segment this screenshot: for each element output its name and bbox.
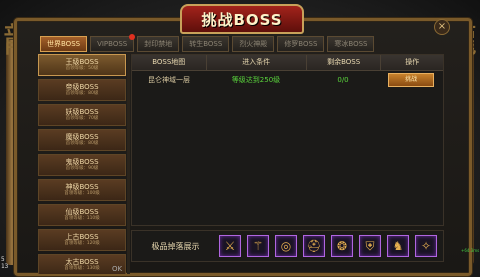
remaining-boss: 0/0 (337, 76, 349, 84)
necklace-icon[interactable]: ❂ (331, 235, 353, 257)
boss-list-item[interactable]: 帝级BOSS 首领等级：80级 (38, 79, 126, 101)
boss-name: 妖级BOSS (65, 108, 99, 116)
boss-list: 王级BOSS 首领等级：50级 帝级BOSS 首领等级：80级 妖级BOSS 首领等级：7… (38, 54, 126, 274)
boss-name: 魔级BOSS (65, 133, 99, 141)
close-button[interactable]: × (434, 19, 450, 35)
drop-items: ⚔ ⚚ ◎ ⛑ ❂ ⛨ ♞ ✧ (219, 235, 443, 257)
blade-icon[interactable]: ✧ (415, 235, 437, 257)
boss-list-item[interactable]: 魔级BOSS 首领等级：80级 (38, 129, 126, 151)
column-header-action: 操作 (405, 58, 420, 66)
ok-button[interactable]: OK (112, 265, 122, 273)
helmet-icon[interactable]: ⛑ (303, 235, 325, 257)
window-title: 挑战BOSS (180, 4, 304, 34)
map-name: 昆仑神域一层 (148, 76, 190, 84)
boss-requirement: 首领等级：70级 (65, 116, 99, 121)
boots-icon[interactable]: ♞ (387, 235, 409, 257)
ring-icon[interactable]: ◎ (275, 235, 297, 257)
tab-4[interactable]: 烈火神殿 (232, 36, 275, 52)
column-header-condition: 进入条件 (207, 55, 307, 70)
boss-list-scrollbar[interactable] (127, 54, 130, 274)
tab-label: 转生BOSS (189, 40, 223, 48)
boss-name: 帝级BOSS (65, 83, 99, 91)
tab-label: 世界BOSS (47, 40, 81, 48)
tab-label: 烈火神殿 (239, 40, 268, 48)
boss-list-item[interactable]: 妖级BOSS 首领等级：70级 (38, 104, 126, 126)
tab-0[interactable]: 世界BOSS (40, 36, 88, 52)
boss-name: 仙级BOSS (65, 208, 99, 216)
column-header-map: BOSS地图 (132, 55, 207, 70)
boss-table: BOSS地图 进入条件 剩余BOSS 操作 昆仑神域一层 等级达到250级 0/… (131, 54, 444, 226)
boss-name: 上古BOSS (65, 233, 99, 241)
boss-requirement: 首领等级：110级 (64, 216, 100, 221)
boss-name: 神级BOSS (65, 183, 99, 191)
boss-requirement: 首领等级：100级 (64, 191, 100, 196)
sword-icon[interactable]: ⚔ (219, 235, 241, 257)
boss-name: 王级BOSS (65, 58, 99, 66)
challenge-button[interactable]: 挑战 (388, 73, 434, 87)
tab-5[interactable]: 修罗BOSS (277, 36, 325, 52)
tab-6[interactable]: 寒冰BOSS (327, 36, 375, 52)
boss-requirement: 首领等级：120级 (64, 241, 100, 246)
drop-showcase-title: 极品掉落展示 (151, 241, 200, 251)
tab-2[interactable]: 封印禁地 (137, 36, 180, 52)
armor-icon[interactable]: ⛨ (359, 235, 381, 257)
staff-icon[interactable]: ⚚ (247, 235, 269, 257)
tab-label: VIPBOSS (97, 40, 128, 48)
tab-3[interactable]: 转生BOSS (182, 36, 230, 52)
boss-requirement: 首领等级：90级 (65, 166, 99, 171)
boss-list-item[interactable]: 上古BOSS 首领等级：120级 (38, 229, 126, 251)
table-header: BOSS地图 进入条件 剩余BOSS 操作 (132, 55, 443, 71)
boss-list-item[interactable]: 仙级BOSS 首领等级：110级 (38, 204, 126, 226)
boss-name: 鬼级BOSS (65, 158, 99, 166)
column-header-remaining: 剩余BOSS (307, 55, 382, 70)
fps-line-2: 13 (1, 263, 9, 270)
tab-label: 封印禁地 (144, 40, 173, 48)
boss-requirement: 首领等级：80级 (65, 91, 99, 96)
boss-name: 太古BOSS (65, 258, 99, 266)
boss-list-item[interactable]: 神级BOSS 首领等级：100级 (38, 179, 126, 201)
tab-label: 修罗BOSS (284, 40, 318, 48)
boss-requirement: 首领等级：50级 (65, 66, 99, 71)
boss-list-item[interactable]: 王级BOSS 首领等级：50级 (38, 54, 126, 76)
fps-counter: 5 13 (1, 256, 8, 270)
entry-condition: 等级达到250级 (231, 76, 281, 84)
boss-requirement: 首领等级：80级 (65, 141, 99, 146)
fps-line-1: 5 (1, 256, 5, 263)
tab-label: 寒冰BOSS (334, 40, 368, 48)
boss-list-item[interactable]: 鬼级BOSS 首领等级：90级 (38, 154, 126, 176)
notification-dot-icon (129, 34, 136, 40)
drop-showcase: 极品掉落展示 ⚔ ⚚ ◎ ⛑ ❂ ⛨ ♞ ✧ (131, 230, 444, 262)
action-cell: 挑战 (380, 73, 442, 87)
latency-readout: +64.3ms (461, 248, 480, 253)
table-row: 昆仑神域一层 等级达到250级 0/0 挑战 (132, 71, 443, 89)
boss-tabs: 世界BOSS VIPBOSS 封印禁地 转生BOSS 烈火神殿 修罗BOSS 寒冰BOSS (40, 34, 375, 52)
tab-1[interactable]: VIPBOSS (90, 34, 136, 52)
boss-requirement: 首领等级：130级 (64, 266, 100, 271)
